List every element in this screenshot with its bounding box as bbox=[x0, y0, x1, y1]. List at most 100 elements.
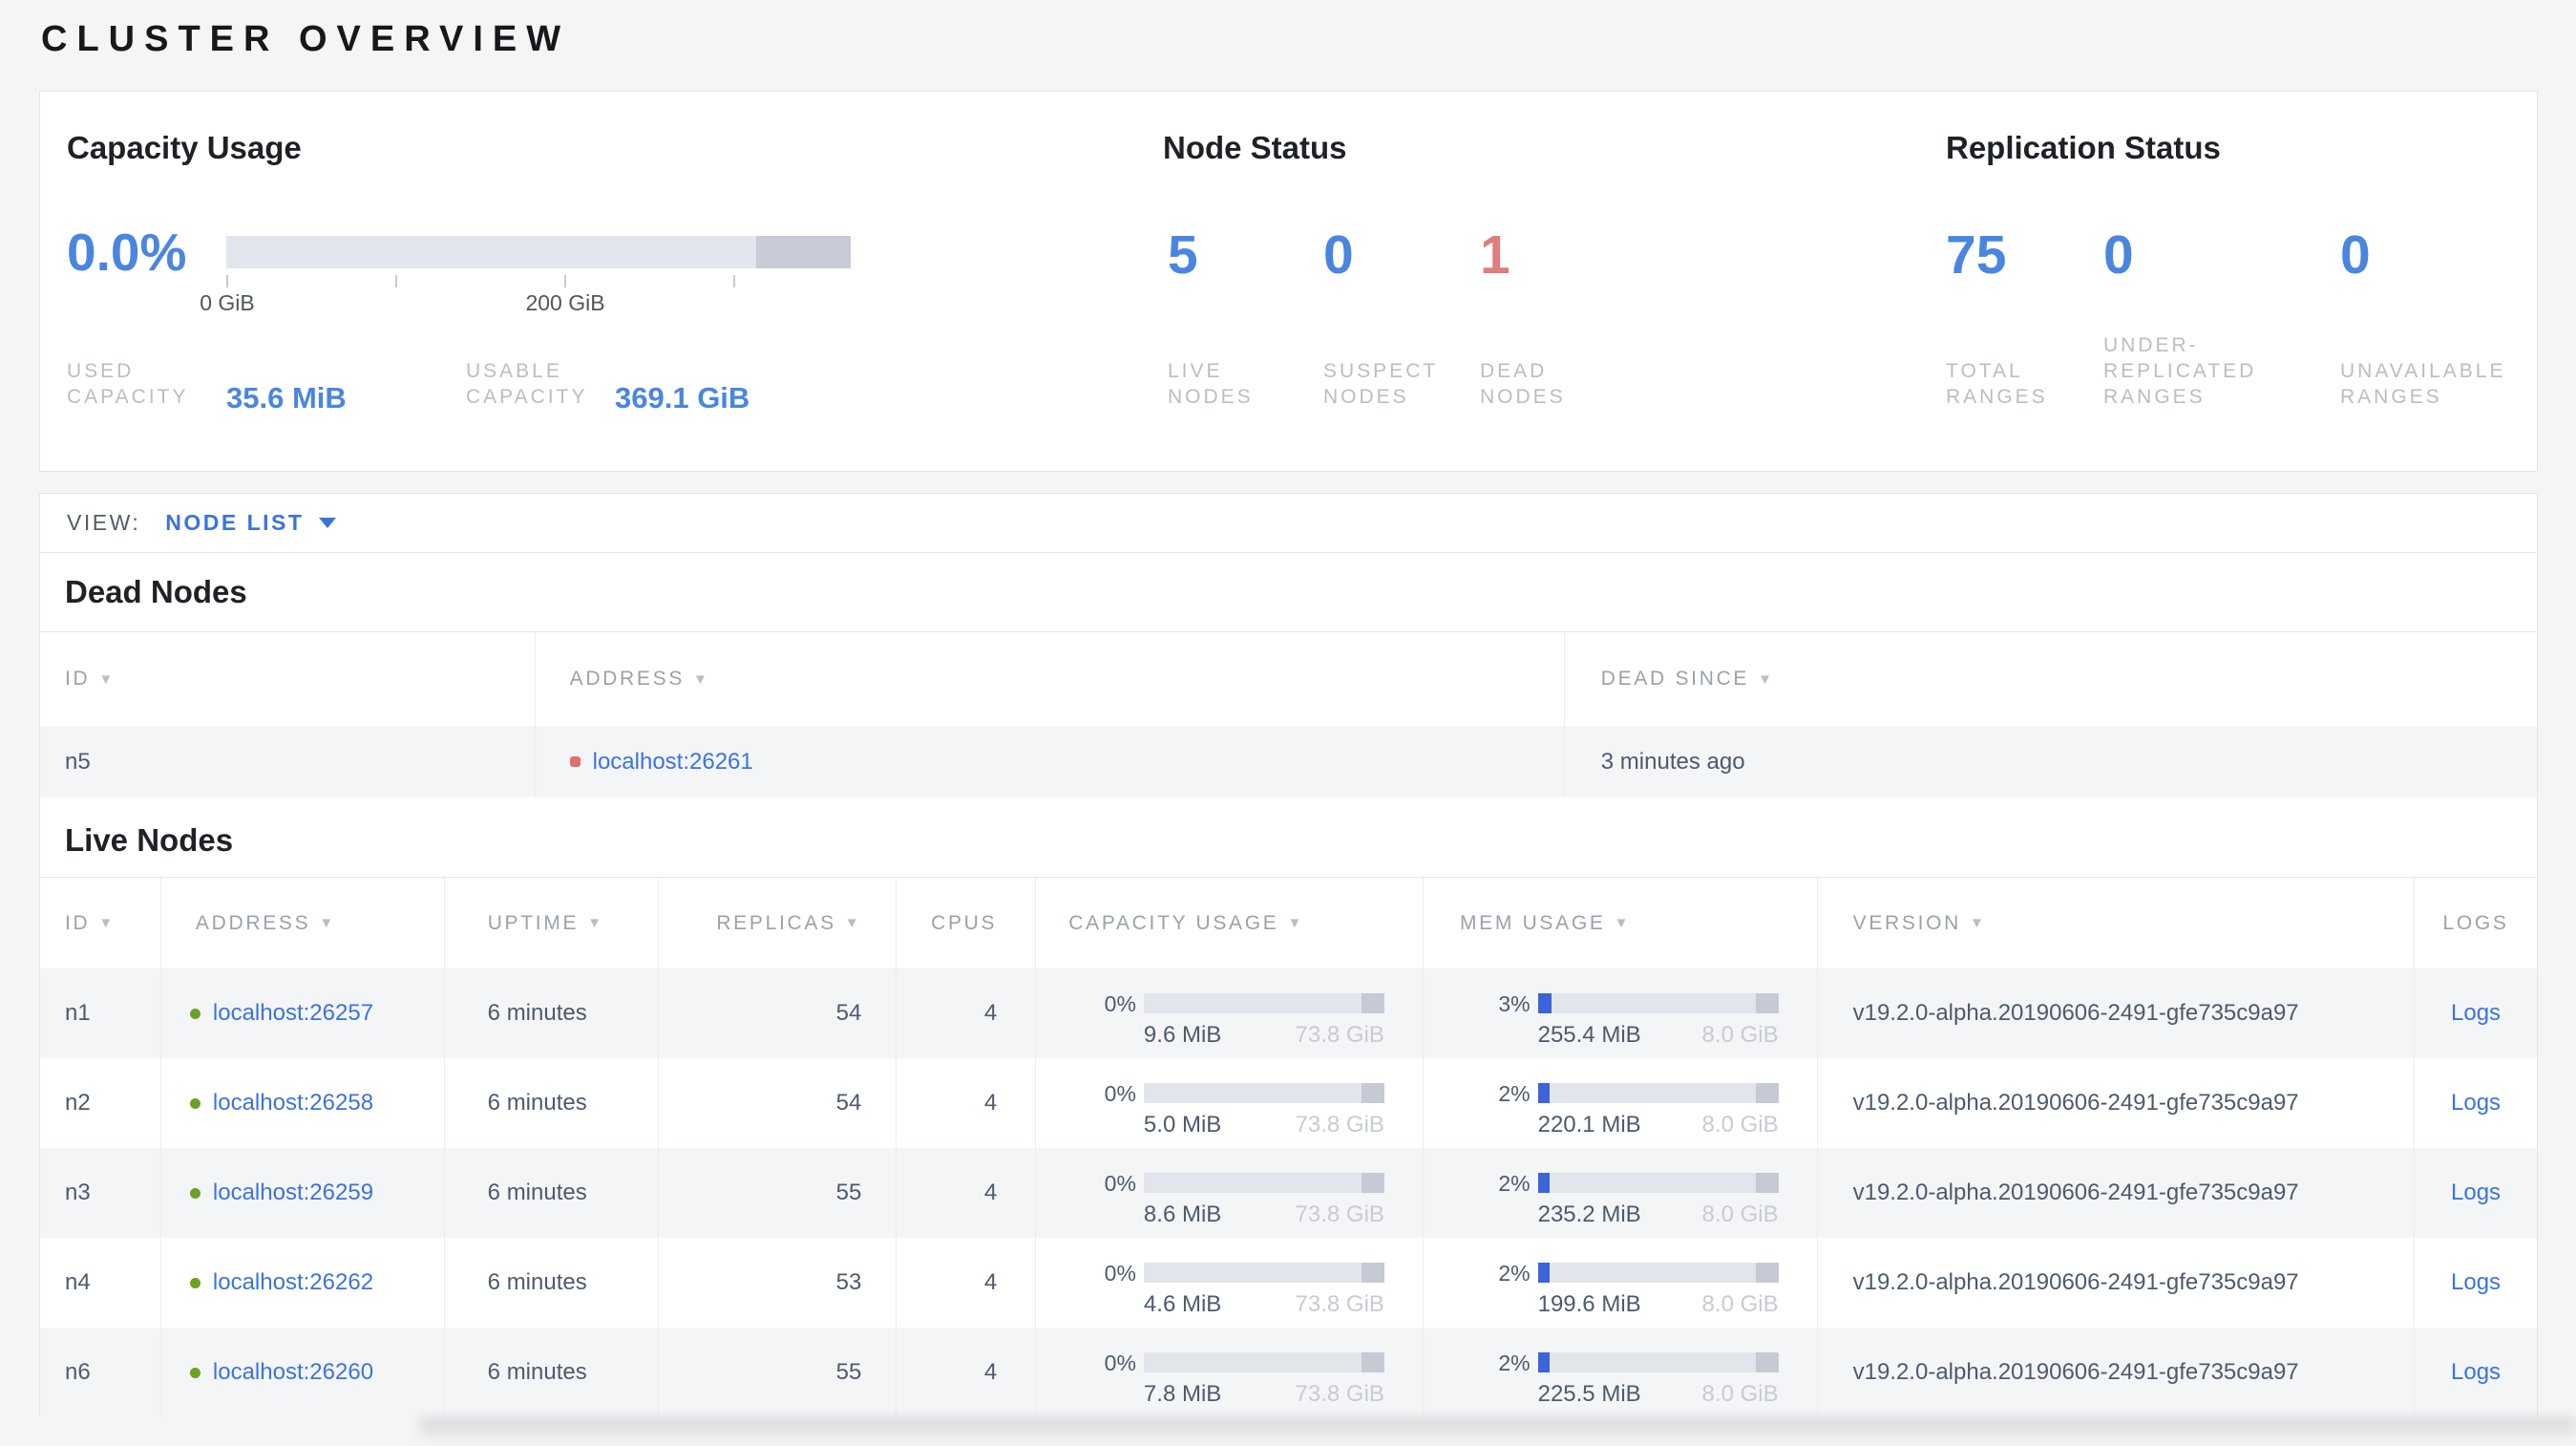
live-node-row: n3 localhost:26259 6 minutes 55 4 0% 8.6… bbox=[40, 1148, 2537, 1238]
mem-percent-label: 2% bbox=[1498, 1081, 1531, 1106]
cluster-summary-card: Capacity Usage 0.0% 0 GiB 200 GiB USED C… bbox=[39, 91, 2538, 472]
capacity-used-percent: 0.0% bbox=[67, 223, 187, 282]
node-address-cell: localhost:26260 bbox=[159, 1328, 444, 1417]
replicas-cell: 55 bbox=[657, 1328, 897, 1417]
mem-usage-bar bbox=[1537, 1263, 1779, 1283]
dead-nodes-table-header: ID ▼ ADDRESS ▼ DEAD SINCE ▼ bbox=[40, 631, 2537, 726]
live-node-row: n2 localhost:26258 6 minutes 54 4 0% 5.0… bbox=[40, 1058, 2537, 1148]
mem-used-value: 220.1 MiB bbox=[1537, 1112, 1641, 1138]
node-address-link[interactable]: localhost:26259 bbox=[213, 1180, 373, 1206]
column-header-address[interactable]: ADDRESS ▼ bbox=[534, 632, 1564, 726]
uptime-cell: 6 minutes bbox=[443, 1148, 658, 1238]
sort-desc-icon: ▼ bbox=[98, 915, 116, 931]
column-header-capacity-usage[interactable]: CAPACITY USAGE ▼ bbox=[1035, 878, 1423, 968]
node-status-title: Node Status bbox=[1163, 130, 1347, 165]
nodes-card: VIEW: NODE LIST Dead Nodes ID ▼ ADDRESS … bbox=[39, 493, 2538, 1417]
chevron-down-icon bbox=[319, 518, 337, 528]
bar-end-segment bbox=[1755, 1263, 1779, 1283]
mem-percent-label: 2% bbox=[1498, 1261, 1531, 1286]
live-status-icon bbox=[189, 1367, 201, 1378]
node-list-selector[interactable]: NODE LIST bbox=[165, 510, 337, 536]
column-header-replicas[interactable]: REPLICAS ▼ bbox=[657, 878, 897, 968]
logs-link[interactable]: Logs bbox=[2451, 1269, 2501, 1296]
node-address-cell: localhost:26258 bbox=[159, 1058, 444, 1148]
dead-nodes-label: DEAD NODES bbox=[1480, 360, 1566, 408]
column-header-logs: LOGS bbox=[2414, 878, 2537, 968]
node-id-cell: n1 bbox=[65, 1000, 91, 1026]
node-address-link[interactable]: localhost:26261 bbox=[593, 749, 753, 776]
sort-desc-icon: ▼ bbox=[1614, 915, 1632, 931]
node-id-cell: n2 bbox=[65, 1090, 91, 1116]
node-address-cell: localhost:26259 bbox=[159, 1148, 444, 1238]
node-address-link[interactable]: localhost:26260 bbox=[213, 1359, 373, 1386]
column-header-label: VERSION bbox=[1852, 911, 1962, 934]
mem-usage-cell: 2% 199.6 MiB 8.0 GiB bbox=[1422, 1238, 1817, 1328]
node-id-cell: n3 bbox=[65, 1180, 91, 1205]
column-header-label: CPUS bbox=[931, 911, 998, 934]
column-header-id[interactable]: ID ▼ bbox=[40, 878, 160, 968]
version-cell: v19.2.0-alpha.20190606-2491-gfe735c9a97 bbox=[1816, 1148, 2414, 1238]
capacity-usage-bar bbox=[1143, 1083, 1384, 1103]
mem-percent-label: 3% bbox=[1498, 991, 1531, 1016]
logs-cell: Logs bbox=[2414, 1148, 2537, 1238]
mem-percent-label: 2% bbox=[1498, 1171, 1531, 1196]
column-header-id[interactable]: ID ▼ bbox=[40, 632, 535, 726]
bar-end-segment bbox=[1361, 1352, 1384, 1372]
unavailable-ranges-count: 0 bbox=[2340, 224, 2371, 286]
live-nodes-table-header: ID ▼ ADDRESS ▼ UPTIME ▼ REPLICAS ▼ CPUS … bbox=[40, 877, 2537, 968]
logs-cell: Logs bbox=[2414, 1328, 2537, 1417]
node-address-link[interactable]: localhost:26257 bbox=[213, 1000, 373, 1027]
mem-total-value: 8.0 GiB bbox=[1701, 1112, 1779, 1138]
live-nodes-heading: Live Nodes bbox=[65, 822, 234, 858]
mem-used-value: 255.4 MiB bbox=[1537, 1022, 1641, 1048]
capacity-used-value: 9.6 MiB bbox=[1143, 1022, 1222, 1048]
node-address-link[interactable]: localhost:26262 bbox=[213, 1269, 373, 1296]
view-label: VIEW: bbox=[67, 510, 141, 535]
axis-tick-label: 200 GiB bbox=[525, 290, 605, 315]
dead-since-cell: 3 minutes ago bbox=[1563, 726, 2537, 797]
column-header-label: CAPACITY USAGE bbox=[1068, 911, 1279, 934]
capacity-total-value: 73.8 GiB bbox=[1295, 1381, 1384, 1407]
live-status-icon bbox=[189, 1097, 201, 1109]
mem-usage-bar bbox=[1537, 1173, 1779, 1193]
capacity-percent-label: 0% bbox=[1104, 1350, 1136, 1375]
usable-capacity-label: USABLE CAPACITY bbox=[466, 360, 588, 408]
mem-usage-cell: 2% 225.5 MiB 8.0 GiB bbox=[1422, 1328, 1817, 1417]
capacity-usage-bar bbox=[226, 236, 851, 268]
live-node-row: n4 localhost:26262 6 minutes 53 4 0% 4.6… bbox=[40, 1238, 2537, 1328]
capacity-used-value: 4.6 MiB bbox=[1143, 1291, 1222, 1317]
live-node-row: n6 localhost:26260 6 minutes 55 4 0% 7.8… bbox=[40, 1328, 2537, 1417]
unavailable-ranges-label: UNAVAILABLE RANGES bbox=[2340, 360, 2506, 408]
column-header-mem-usage[interactable]: MEM USAGE ▼ bbox=[1422, 878, 1817, 968]
column-header-dead-since[interactable]: DEAD SINCE ▼ bbox=[1563, 632, 2537, 726]
live-nodes-label: LIVE NODES bbox=[1168, 360, 1254, 408]
bar-fill bbox=[1537, 1083, 1550, 1103]
column-header-uptime[interactable]: UPTIME ▼ bbox=[443, 878, 658, 968]
live-nodes-count: 5 bbox=[1168, 224, 1198, 286]
node-address-link[interactable]: localhost:26258 bbox=[213, 1090, 373, 1116]
bar-end-segment bbox=[1361, 993, 1384, 1013]
capacity-total-value: 73.8 GiB bbox=[1295, 1201, 1384, 1227]
dead-nodes-count: 1 bbox=[1480, 224, 1510, 286]
logs-link[interactable]: Logs bbox=[2451, 1000, 2501, 1027]
version-cell: v19.2.0-alpha.20190606-2491-gfe735c9a97 bbox=[1816, 1058, 2414, 1148]
bar-end-segment bbox=[1361, 1083, 1384, 1103]
logs-link[interactable]: Logs bbox=[2451, 1359, 2501, 1386]
column-header-address[interactable]: ADDRESS ▼ bbox=[159, 878, 444, 968]
used-capacity-value: 35.6 MiB bbox=[226, 381, 347, 415]
node-id-cell: n5 bbox=[65, 748, 91, 775]
version-cell: v19.2.0-alpha.20190606-2491-gfe735c9a97 bbox=[1816, 1238, 2414, 1328]
logs-link[interactable]: Logs bbox=[2451, 1180, 2501, 1206]
mem-usage-cell: 2% 220.1 MiB 8.0 GiB bbox=[1422, 1058, 1817, 1148]
bar-fill bbox=[1537, 1173, 1550, 1193]
capacity-percent-label: 0% bbox=[1104, 991, 1136, 1016]
capacity-usage-bar bbox=[1143, 1263, 1384, 1283]
mem-usage-cell: 3% 255.4 MiB 8.0 GiB bbox=[1422, 968, 1817, 1058]
sort-desc-icon: ▼ bbox=[693, 670, 710, 688]
logs-link[interactable]: Logs bbox=[2451, 1090, 2501, 1116]
bar-end-segment bbox=[1755, 1083, 1779, 1103]
column-header-label: REPLICAS bbox=[716, 911, 836, 934]
capacity-percent-label: 0% bbox=[1104, 1261, 1136, 1286]
column-header-version[interactable]: VERSION ▼ bbox=[1816, 878, 2415, 968]
uptime-cell: 6 minutes bbox=[443, 1328, 658, 1417]
